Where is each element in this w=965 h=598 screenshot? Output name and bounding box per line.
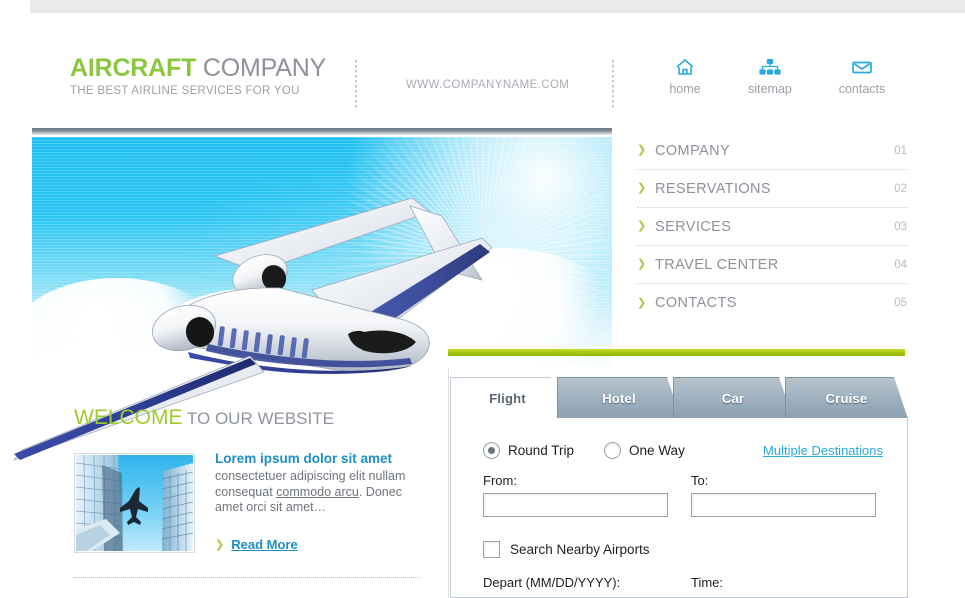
active-tab-seam xyxy=(451,418,565,419)
home-icon xyxy=(650,57,720,79)
menu-number: 05 xyxy=(894,297,907,309)
tab-flight[interactable]: Flight xyxy=(450,377,565,419)
chevron-right-icon: ❯ xyxy=(637,144,647,156)
radio-dot xyxy=(488,447,495,454)
welcome-title-primary: WELCOME xyxy=(74,406,183,429)
menu-number: 01 xyxy=(894,144,907,157)
logo-tagline: THE BEST AIRLINE SERVICES FOR YOU xyxy=(70,85,300,97)
menu-item-reservations[interactable]: ❯ RESERVATIONS 02 xyxy=(637,170,907,208)
chevron-right-icon: ❯ xyxy=(637,296,647,309)
tab-car[interactable]: Car xyxy=(673,377,793,419)
hero-top-bar xyxy=(32,128,612,135)
hero-image xyxy=(32,137,612,368)
topnav-item-contacts[interactable]: contacts xyxy=(827,57,897,96)
article-inline-link[interactable]: commodo arcu xyxy=(276,485,359,499)
radio-label-one-way[interactable]: One Way xyxy=(629,443,685,458)
menu-item-contacts[interactable]: ❯ CONTACTS 05 xyxy=(637,284,907,322)
from-label: From: xyxy=(483,473,517,488)
tab-label: Car xyxy=(721,390,745,406)
to-input[interactable] xyxy=(691,493,876,517)
article-body: consectetuer adipiscing elit nullam cons… xyxy=(215,469,433,516)
site-logo[interactable]: AIRCRAFT COMPANY THE BEST AIRLINE SERVIC… xyxy=(70,54,326,97)
multiple-destinations-link[interactable]: Multiple Destinations xyxy=(763,443,883,458)
site-url[interactable]: WWW.COMPANYNAME.COM xyxy=(406,79,569,91)
chevron-right-icon: ❯ xyxy=(637,258,647,270)
menu-item-company[interactable]: ❯ COMPANY 01 xyxy=(637,132,907,170)
chevron-right-icon: ❯ xyxy=(637,220,647,232)
green-divider-bar xyxy=(448,349,905,356)
radio-one-way[interactable] xyxy=(604,442,622,459)
header-divider-left xyxy=(355,60,357,108)
topnav-item-home[interactable]: home xyxy=(650,57,720,96)
menu-label: COMPANY xyxy=(655,142,731,159)
booking-widget: Flight Hotel Car Cruise Round Trip One W… xyxy=(450,377,908,598)
to-field-group: To: xyxy=(691,473,876,517)
menu-item-travel-center[interactable]: ❯ TRAVEL CENTER 04 xyxy=(637,246,907,284)
hero-banner xyxy=(12,128,612,461)
site-header: AIRCRAFT COMPANY THE BEST AIRLINE SERVIC… xyxy=(0,13,965,118)
topnav-label-contacts: contacts xyxy=(838,82,886,96)
sitemap-icon xyxy=(735,57,805,79)
chevron-right-icon: ❯ xyxy=(637,182,647,194)
menu-item-services[interactable]: ❯ SERVICES 03 xyxy=(637,208,907,246)
content-dotted-divider xyxy=(74,577,420,578)
menu-label: SERVICES xyxy=(655,218,732,235)
topnav-label-sitemap: sitemap xyxy=(748,82,792,96)
menu-number: 04 xyxy=(894,258,907,271)
menu-label: TRAVEL CENTER xyxy=(655,256,779,273)
article-title: Lorem ipsum dolor sit amet xyxy=(215,451,393,466)
depart-label: Depart (MM/DD/YYYY): xyxy=(483,575,621,590)
checkbox-search-nearby-airports[interactable] xyxy=(483,541,500,558)
chevron-right-icon: ❯ xyxy=(215,539,225,551)
menu-label: RESERVATIONS xyxy=(655,180,771,197)
tab-label: Cruise xyxy=(825,390,868,406)
nearby-airports-label: Search Nearby Airports xyxy=(510,542,650,557)
article-text-block: Lorem ipsum dolor sit amet consectetuer … xyxy=(215,451,433,516)
welcome-title: WELCOME TO OUR WEBSITE xyxy=(74,406,434,431)
header-divider-right xyxy=(612,60,614,108)
column-divider xyxy=(448,368,449,598)
main-menu: ❯ COMPANY 01 ❯ RESERVATIONS 02 ❯ SERVICE… xyxy=(637,132,907,322)
logo-primary: AIRCRAFT xyxy=(70,54,197,82)
thumbnail-image xyxy=(76,455,193,551)
from-field-group: From: xyxy=(483,473,668,517)
logo-title: AIRCRAFT COMPANY xyxy=(70,54,326,82)
tab-label: Hotel xyxy=(602,390,636,406)
from-input[interactable] xyxy=(483,493,668,517)
page-root: AIRCRAFT COMPANY THE BEST AIRLINE SERVIC… xyxy=(0,0,965,598)
top-navigation: home sitemap contacts xyxy=(650,57,920,112)
top-gray-band xyxy=(30,0,965,13)
trip-type-row: Round Trip One Way Multiple Destinations xyxy=(483,442,883,459)
tab-label: Flight xyxy=(489,390,526,406)
read-more-row[interactable]: ❯ Read More xyxy=(215,537,298,552)
topnav-item-sitemap[interactable]: sitemap xyxy=(735,57,805,96)
tab-hotel[interactable]: Hotel xyxy=(557,377,681,419)
radio-round-trip[interactable] xyxy=(483,442,500,459)
welcome-heading: WELCOME TO OUR WEBSITE xyxy=(74,406,434,431)
booking-panel: Round Trip One Way Multiple Destinations… xyxy=(450,418,908,598)
cloud xyxy=(402,258,552,358)
envelope-icon xyxy=(827,57,897,79)
menu-number: 03 xyxy=(894,220,907,233)
logo-secondary: COMPANY xyxy=(196,54,327,82)
menu-number: 02 xyxy=(894,182,907,195)
article-thumbnail[interactable] xyxy=(74,453,195,553)
radio-label-round-trip[interactable]: Round Trip xyxy=(508,443,574,458)
menu-label: CONTACTS xyxy=(655,295,737,311)
tab-cruise[interactable]: Cruise xyxy=(785,377,908,419)
nearby-airports-row[interactable]: Search Nearby Airports xyxy=(483,541,650,558)
topnav-label-home: home xyxy=(669,82,701,96)
booking-tabs: Flight Hotel Car Cruise xyxy=(450,377,908,419)
welcome-title-secondary: TO OUR WEBSITE xyxy=(182,409,334,428)
time-label: Time: xyxy=(691,575,724,590)
to-label: To: xyxy=(691,473,709,488)
read-more-link[interactable]: Read More xyxy=(231,537,297,552)
